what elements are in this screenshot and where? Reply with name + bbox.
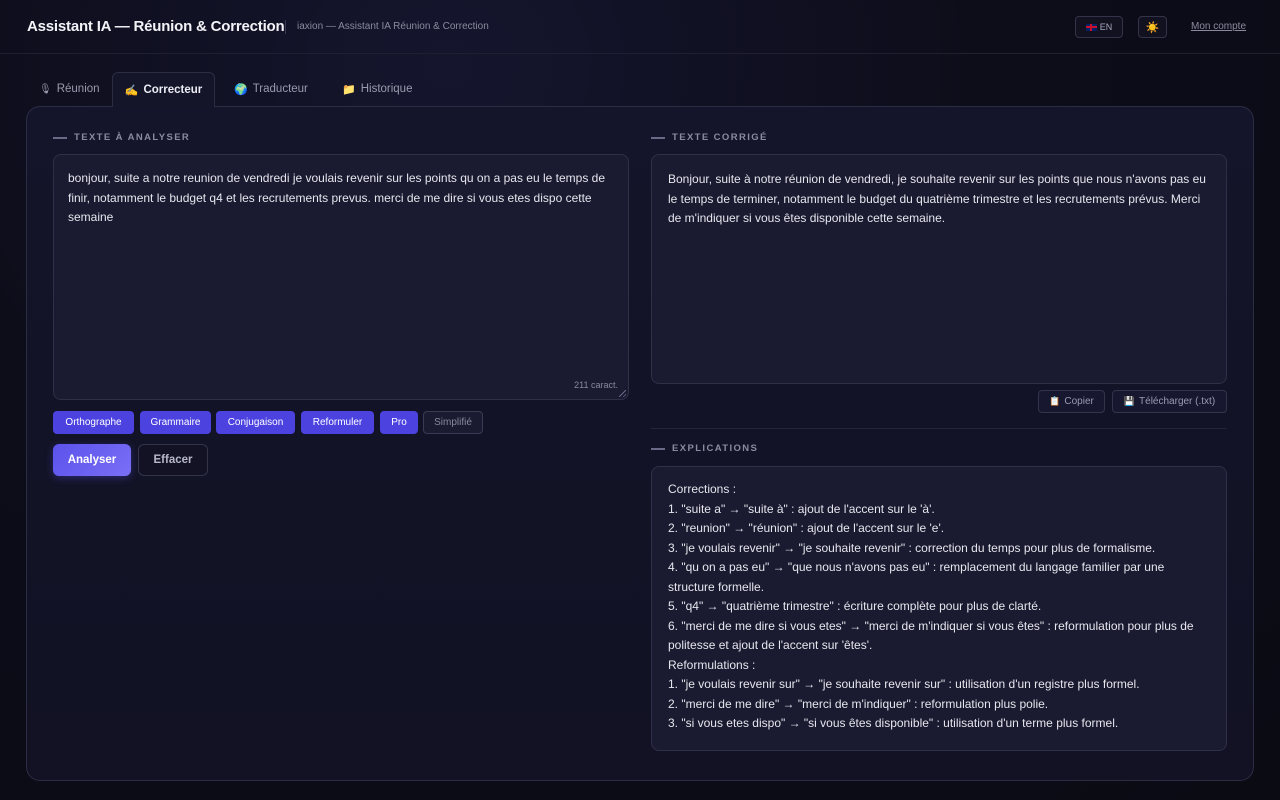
microphone-icon: 🎙 bbox=[39, 83, 52, 95]
copy-button[interactable]: 📋 Copier bbox=[1038, 390, 1105, 413]
explanation-line: 5. "q4" → "quatrième trimestre" : écritu… bbox=[668, 599, 1042, 613]
explanation-line: 6. "merci de me dire si vous etes" → "me… bbox=[668, 618, 1194, 653]
input-text: bonjour, suite a notre reunion de vendre… bbox=[68, 171, 605, 224]
explanation-line: 3. "si vous etes dispo" → "si vous êtes … bbox=[668, 716, 1119, 730]
mode-conjugaison-button[interactable]: Conjugaison bbox=[216, 411, 295, 434]
input-label-text: TEXTE À ANALYSER bbox=[74, 132, 191, 143]
account-link[interactable]: Mon compte bbox=[1191, 21, 1246, 32]
app-title: Assistant IA — Réunion & Correction bbox=[27, 18, 285, 35]
tab-label: Traducteur bbox=[252, 83, 308, 95]
section-divider bbox=[651, 428, 1227, 429]
char-count: 211 caract. bbox=[574, 379, 618, 390]
label-dash bbox=[53, 136, 67, 139]
explanation-line: 3. "je voulais revenir" → "je souhaite r… bbox=[668, 540, 1156, 555]
tab-reunion[interactable]: 🎙 Réunion bbox=[39, 72, 100, 106]
analyse-button[interactable]: Analyser bbox=[53, 444, 131, 476]
floppy-disk-icon: 💾 bbox=[1123, 396, 1136, 406]
tab-label: Correcteur bbox=[143, 84, 203, 96]
language-label: EN bbox=[1099, 22, 1113, 32]
tab-label: Historique bbox=[360, 83, 413, 95]
input-section-label: TEXTE À ANALYSER bbox=[53, 132, 190, 143]
header-separator bbox=[285, 20, 286, 34]
explanation-line: 2. "reunion" → "réunion" : ajout de l'ac… bbox=[668, 521, 945, 535]
resize-handle[interactable] bbox=[619, 390, 626, 397]
mode-pro-button[interactable]: Pro bbox=[380, 411, 418, 434]
corrected-text-box: Bonjour, suite à notre réunion de vendre… bbox=[651, 154, 1227, 384]
mode-orthographe-button[interactable]: Orthographe bbox=[53, 411, 134, 434]
writing-hand-icon: ✍️ bbox=[124, 84, 139, 97]
explanations-box: Corrections : 1. "suite a" → "suite à" :… bbox=[651, 466, 1227, 751]
label-dash bbox=[651, 136, 665, 139]
app-header: Assistant IA — Réunion & Correction iaxi… bbox=[0, 0, 1280, 54]
explanations-label-text: EXPLICATIONS bbox=[672, 443, 759, 454]
theme-toggle-button[interactable]: ☀️ bbox=[1138, 16, 1167, 38]
explanations-section-label: EXPLICATIONS bbox=[651, 443, 758, 454]
tab-label: Réunion bbox=[56, 83, 100, 95]
explanation-line: 1. "suite a" → "suite à" : ajout de l'ac… bbox=[668, 501, 935, 516]
language-toggle-button[interactable]: EN bbox=[1075, 16, 1123, 38]
sun-icon: ☀️ bbox=[1145, 21, 1160, 34]
explanation-line: 1. "je voulais revenir sur" → "je souhai… bbox=[668, 677, 1140, 691]
clipboard-icon: 📋 bbox=[1049, 396, 1061, 406]
output-label-text: TEXTE CORRIGÉ bbox=[672, 132, 768, 143]
corrected-text: Bonjour, suite à notre réunion de vendre… bbox=[668, 172, 1206, 225]
label-dash bbox=[651, 447, 665, 450]
mode-grammaire-button[interactable]: Grammaire bbox=[140, 411, 211, 434]
clear-button[interactable]: Effacer bbox=[138, 444, 208, 476]
explanation-line: 2. "merci de me dire" → "merci de m'indi… bbox=[668, 696, 1049, 711]
globe-icon: 🌍 bbox=[234, 83, 248, 96]
folder-icon: 📁 bbox=[342, 83, 356, 96]
explanation-line: 4. "qu on a pas eu" → "que nous n'avons … bbox=[668, 560, 1165, 594]
explanation-line: Reformulations : bbox=[668, 657, 756, 672]
tab-historique[interactable]: 📁 Historique bbox=[342, 72, 412, 106]
copy-label: Copier bbox=[1064, 396, 1094, 407]
output-section-label: TEXTE CORRIGÉ bbox=[651, 132, 768, 143]
download-label: Télécharger (.txt) bbox=[1139, 396, 1216, 407]
download-button[interactable]: 💾 Télécharger (.txt) bbox=[1112, 390, 1227, 413]
uk-flag-icon bbox=[1085, 23, 1097, 31]
input-textarea[interactable]: bonjour, suite a notre reunion de vendre… bbox=[53, 154, 629, 400]
mode-reformuler-button[interactable]: Reformuler bbox=[301, 411, 374, 434]
explanation-line: Corrections : bbox=[668, 482, 737, 496]
tab-correcteur[interactable]: ✍️ Correcteur bbox=[112, 72, 215, 107]
mode-simplifie-button[interactable]: Simplifié bbox=[423, 411, 483, 434]
app-subtitle: iaxion — Assistant IA Réunion & Correcti… bbox=[297, 21, 489, 32]
tab-traducteur[interactable]: 🌍 Traducteur bbox=[234, 72, 308, 106]
